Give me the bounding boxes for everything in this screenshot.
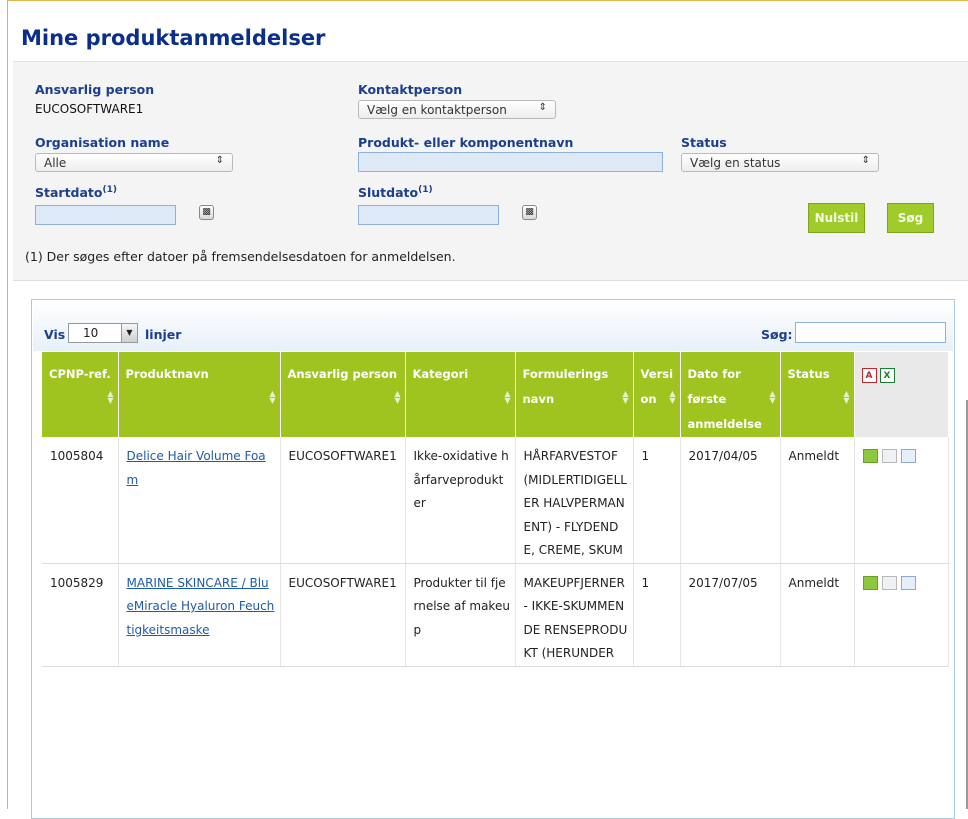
status-select[interactable]: Vælg en status ⇕ (681, 153, 879, 172)
col-header-label: Dato for første anmeldelse (687, 367, 762, 431)
cell-ref: 1005829 (42, 563, 119, 667)
col-header-label: Versi on (640, 367, 674, 406)
col-header-version[interactable]: Versi on ▲ ▼ (633, 352, 681, 437)
cell-person: EUCOSOFTWARE1 (280, 563, 406, 667)
status-select-value: Vælg en status (690, 156, 781, 170)
filter-panel: Ansvarlig person EUCOSOFTWARE1 Kontaktpe… (13, 61, 968, 281)
sort-icon: ▲ ▼ (669, 389, 676, 405)
start-date-input[interactable] (35, 205, 176, 225)
cell-status: Anmeldt (780, 437, 855, 564)
cell-product: Delice Hair Volume Foam (118, 437, 281, 564)
start-date-label: Startdato(1) (35, 185, 117, 200)
cell-formulation: HÅRFARVESTOF (MIDLERTIDIGELLER HALVPERMA… (515, 437, 634, 564)
contact-label: Kontaktperson (358, 82, 463, 97)
page-title: Mine produktanmeldelser (21, 26, 326, 50)
col-header-person[interactable]: Ansvarlig person ▲ ▼ (280, 352, 406, 437)
select-arrows-icon: ⇕ (215, 155, 224, 166)
col-header-formulation[interactable]: Formulerings navn ▲ ▼ (515, 352, 634, 437)
cell-product: MARINE SKINCARE / BlueMiracle Hyaluron F… (118, 563, 281, 667)
sort-icon: ▲ ▼ (504, 389, 511, 405)
edit-icon[interactable] (862, 449, 878, 463)
product-link[interactable]: MARINE SKINCARE / BlueMiracle Hyaluron F… (127, 576, 275, 637)
responsible-label: Ansvarlig person (35, 82, 155, 97)
col-header-status[interactable]: Status ▲ ▼ (780, 352, 855, 437)
product-label: Produkt- eller komponentnavn (358, 135, 574, 150)
page-size-select[interactable]: 10 ▼ (68, 323, 138, 343)
cell-version: 1 (633, 563, 681, 667)
cell-category: Produkter til fjernelse af makeup (405, 563, 516, 667)
clear-start-date-icon[interactable]: ▩ (199, 205, 214, 220)
results-table: CPNP-ref. ▲ ▼ Produktnavn ▲ ▼ Ansvarlig pers… (42, 352, 949, 667)
col-header-category[interactable]: Kategori ▲ ▼ (405, 352, 516, 437)
status-label: Status (681, 135, 727, 150)
sort-icon: ▲ ▼ (622, 389, 629, 405)
end-date-label: Slutdato(1) (358, 185, 433, 200)
frame-left-border (7, 0, 8, 809)
copy-icon[interactable] (900, 575, 916, 590)
contact-select-value: Vælg en kontaktperson (367, 103, 507, 117)
select-arrows-icon: ⇕ (538, 102, 547, 113)
select-arrows-icon: ⇕ (861, 155, 870, 166)
sort-icon: ▲ ▼ (394, 389, 401, 405)
copy-icon[interactable] (900, 449, 916, 463)
cell-date: 2017/07/05 (680, 563, 781, 667)
col-header-label: Produktnavn (125, 367, 209, 381)
results-panel: Vis 10 ▼ linjer Søg: CPNP-ref. ▲ ▼ Produkt… (31, 299, 955, 819)
cell-ref: 1005804 (42, 437, 119, 564)
sort-icon: ▲ ▼ (269, 389, 276, 405)
org-select[interactable]: Alle ⇕ (35, 153, 233, 172)
date-footnote: (1) Der søges efter datoer på fremsendel… (25, 249, 456, 264)
search-button[interactable]: Søg (887, 203, 934, 233)
lines-label: linjer (145, 327, 182, 342)
org-label: Organisation name (35, 135, 170, 150)
contact-select[interactable]: Vælg en kontaktperson ⇕ (358, 100, 556, 119)
cell-person: EUCOSOFTWARE1 (280, 437, 406, 564)
sort-icon: ▲ ▼ (843, 389, 850, 405)
table-search-label: Søg: (761, 327, 793, 342)
table-controls-bar: Vis 10 ▼ linjer Søg: (33, 301, 953, 351)
table-header-row: CPNP-ref. ▲ ▼ Produktnavn ▲ ▼ Ansvarlig pers… (42, 352, 949, 437)
col-header-product[interactable]: Produktnavn ▲ ▼ (118, 352, 281, 437)
reset-button[interactable]: Nulstil (808, 203, 865, 233)
col-header-label: Ansvarlig person (287, 367, 398, 381)
cell-actions (854, 563, 949, 667)
cell-date: 2017/04/05 (680, 437, 781, 564)
footnote-mark: (1) (418, 185, 433, 195)
cell-status: Anmeldt (780, 563, 855, 667)
pdf-icon[interactable]: A (861, 368, 877, 383)
edit-icon[interactable] (862, 575, 878, 590)
cell-version: 1 (633, 437, 681, 564)
col-header-label: Formulerings navn (522, 367, 609, 406)
product-input[interactable] (358, 152, 663, 172)
table-row: 1005804 Delice Hair Volume Foam EUCOSOFT… (42, 437, 949, 564)
end-date-label-text: Slutdato (358, 185, 419, 201)
org-select-value: Alle (44, 156, 67, 170)
responsible-value: EUCOSOFTWARE1 (35, 102, 144, 116)
start-date-label-text: Startdato (35, 185, 103, 201)
col-header-label: Status (787, 367, 830, 381)
vis-label: Vis (44, 327, 66, 342)
view-icon[interactable] (881, 575, 897, 590)
col-header-label: CPNP-ref. (49, 367, 111, 381)
page-size-value: 10 (83, 326, 99, 340)
end-date-input[interactable] (358, 205, 499, 225)
sort-icon: ▲ ▼ (107, 389, 114, 405)
sort-icon: ▲ ▼ (769, 389, 776, 405)
cell-formulation: MAKEUPFJERNER - IKKE-SKUMMENDE RENSEPROD… (515, 563, 634, 667)
footnote-mark: (1) (102, 185, 118, 195)
table-search-input[interactable] (795, 322, 946, 343)
dropdown-arrow-icon: ▼ (121, 324, 137, 342)
table-row: 1005829 MARINE SKINCARE / BlueMiracle Hy… (42, 563, 949, 667)
col-header-label: Kategori (412, 367, 469, 381)
view-icon[interactable] (881, 449, 897, 463)
col-header-cpnp[interactable]: CPNP-ref. ▲ ▼ (42, 352, 119, 437)
col-header-date[interactable]: Dato for første anmeldelse ▲ ▼ (680, 352, 781, 437)
col-header-export: AX (854, 352, 949, 437)
product-link[interactable]: Delice Hair Volume Foam (127, 449, 266, 487)
cell-category: Ikke-oxidative hårfarveprodukter (405, 437, 516, 564)
clear-end-date-icon[interactable]: ▩ (522, 205, 537, 220)
frame-top-border (7, 0, 968, 1)
excel-icon[interactable]: X (879, 368, 895, 383)
cell-actions (854, 437, 949, 564)
